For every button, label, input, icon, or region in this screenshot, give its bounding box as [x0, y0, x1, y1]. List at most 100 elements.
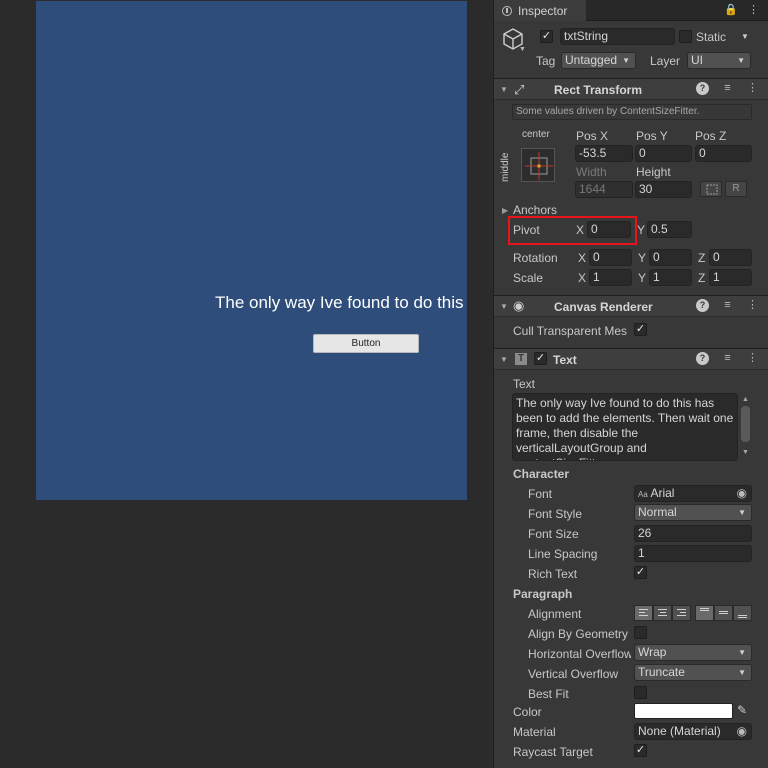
rect-transform-header[interactable]: ▼ ⤢ Rect Transform ? ≡ ⋮	[494, 78, 768, 100]
height-field[interactable]: 30	[635, 181, 692, 198]
eyedropper-icon[interactable]: ✎	[737, 703, 747, 717]
scale-y-axis-label: Y	[638, 271, 647, 285]
rotation-label: Rotation	[513, 251, 558, 265]
more-icon[interactable]: ⋮	[746, 82, 759, 95]
best-fit-label: Best Fit	[528, 687, 569, 701]
more-icon[interactable]: ⋮	[748, 3, 759, 16]
font-field[interactable]: Aa Arial ◉	[634, 485, 752, 502]
scroll-down-icon[interactable]: ▼	[742, 449, 749, 456]
pivot-x-field[interactable]: 0	[587, 221, 631, 238]
rotation-y-field[interactable]: 0	[649, 249, 692, 266]
blueprint-mode-button[interactable]	[700, 181, 722, 197]
pos-z-field[interactable]: 0	[695, 145, 752, 162]
foldout-arrow-icon[interactable]: ▼	[500, 355, 508, 364]
layer-value: UI	[691, 53, 703, 67]
horizontal-overflow-value: Wrap	[638, 645, 667, 659]
eye-icon: ◉	[513, 298, 525, 313]
preset-icon[interactable]: ≡	[721, 82, 734, 95]
text-area[interactable]: The only way Ive found to do this has be…	[512, 393, 738, 461]
best-fit-checkbox[interactable]	[634, 686, 647, 699]
pos-y-field[interactable]: 0	[635, 145, 692, 162]
raw-edit-button[interactable]: R	[725, 181, 747, 197]
pivot-label: Pivot	[513, 223, 540, 237]
object-picker-icon[interactable]: ◉	[737, 724, 747, 739]
tag-dropdown[interactable]: Untagged ▼	[561, 52, 636, 69]
anchors-label[interactable]: Anchors	[513, 203, 557, 217]
pos-x-field[interactable]: -53.5	[575, 145, 633, 162]
gameobject-icon-menu-arrow[interactable]: ▼	[519, 46, 526, 53]
name-field[interactable]: txtString	[560, 28, 675, 45]
anchor-v-label: middle	[500, 152, 511, 182]
character-header: Character	[513, 467, 570, 481]
scale-x-axis-label: X	[578, 271, 587, 285]
help-icon[interactable]: ?	[696, 352, 709, 365]
tab-inspector[interactable]: Inspector	[494, 0, 586, 21]
align-center-button[interactable]	[653, 605, 672, 621]
align-middle-button[interactable]	[714, 605, 733, 621]
help-icon[interactable]: ?	[696, 82, 709, 95]
layer-label: Layer	[650, 54, 681, 68]
rot-z-axis-label: Z	[698, 251, 706, 265]
color-swatch[interactable]	[634, 703, 733, 719]
preset-icon[interactable]: ≡	[721, 352, 734, 365]
foldout-arrow-icon[interactable]: ▼	[500, 302, 508, 311]
tab-inspector-label: Inspector	[518, 3, 568, 18]
align-top-button[interactable]	[695, 605, 714, 621]
canvas-renderer-header[interactable]: ▼ ◉ Canvas Renderer ? ≡ ⋮	[494, 295, 768, 317]
anchors-foldout-icon[interactable]: ▶	[502, 206, 508, 215]
object-picker-icon[interactable]: ◉	[737, 486, 747, 501]
scroll-up-icon[interactable]: ▲	[742, 396, 749, 403]
layer-dropdown[interactable]: UI ▼	[687, 52, 751, 69]
font-style-label: Font Style	[528, 507, 583, 521]
static-dropdown-arrow[interactable]: ▼	[741, 32, 749, 41]
help-icon[interactable]: ?	[696, 299, 709, 312]
scale-z-axis-label: Z	[698, 271, 706, 285]
align-left-button[interactable]	[634, 605, 653, 621]
more-icon[interactable]: ⋮	[746, 352, 759, 365]
scale-z-field[interactable]: 1	[709, 269, 752, 286]
text-component-header[interactable]: ▼ T ✓ Text ? ≡ ⋮	[494, 348, 768, 370]
lock-icon[interactable]: 🔒	[724, 3, 738, 16]
unity-editor: The only way Ive found to do this has be…	[0, 0, 768, 768]
rich-text-checkbox[interactable]: ✓	[634, 566, 647, 579]
vertical-overflow-dropdown[interactable]: Truncate ▼	[634, 664, 752, 681]
font-style-dropdown[interactable]: Normal ▼	[634, 504, 752, 521]
vertical-overflow-label: Vertical Overflow	[528, 667, 619, 681]
font-style-value: Normal	[638, 505, 677, 519]
text-enabled-checkbox[interactable]: ✓	[534, 352, 547, 365]
raycast-target-checkbox[interactable]: ✓	[634, 744, 647, 757]
horizontal-overflow-dropdown[interactable]: Wrap ▼	[634, 644, 752, 661]
rect-transform-title: Rect Transform	[554, 83, 643, 97]
alignment-label: Alignment	[528, 607, 582, 621]
rich-text-label: Rich Text	[528, 567, 578, 581]
pivot-y-axis-label: Y	[637, 223, 646, 237]
align-right-button[interactable]	[672, 605, 691, 621]
more-icon[interactable]: ⋮	[746, 299, 759, 312]
height-label: Height	[636, 165, 671, 179]
inspector-panel: Inspector 🔒 ⋮ ▼ ✓ txtString Static ▼ Tag…	[493, 0, 768, 768]
align-bottom-button[interactable]	[733, 605, 752, 621]
line-spacing-field[interactable]: 1	[634, 545, 752, 562]
material-label: Material	[513, 725, 556, 739]
text-label: Text	[513, 377, 536, 391]
material-field[interactable]: None (Material) ◉	[634, 723, 752, 740]
material-value: None (Material)	[638, 724, 721, 738]
static-checkbox[interactable]	[679, 30, 692, 43]
rotation-x-field[interactable]: 0	[589, 249, 632, 266]
cull-transparent-checkbox[interactable]: ✓	[634, 323, 647, 336]
foldout-arrow-icon[interactable]: ▼	[500, 85, 508, 94]
rotation-z-field[interactable]: 0	[709, 249, 752, 266]
game-button[interactable]: Button	[313, 334, 419, 353]
font-size-field[interactable]: 26	[634, 525, 752, 542]
game-canvas[interactable]: The only way Ive found to do this has be…	[36, 1, 467, 500]
scale-y-field[interactable]: 1	[649, 269, 692, 286]
scale-x-field[interactable]: 1	[589, 269, 632, 286]
anchor-presets-button[interactable]	[521, 148, 555, 182]
pivot-y-field[interactable]: 0.5	[647, 221, 692, 238]
preset-icon[interactable]: ≡	[721, 299, 734, 312]
font-value: Arial	[650, 486, 675, 500]
align-by-geometry-checkbox[interactable]	[634, 626, 647, 639]
scale-label: Scale	[513, 271, 544, 285]
active-checkbox[interactable]: ✓	[540, 30, 553, 43]
text-area-scrollbar[interactable]	[741, 406, 750, 442]
